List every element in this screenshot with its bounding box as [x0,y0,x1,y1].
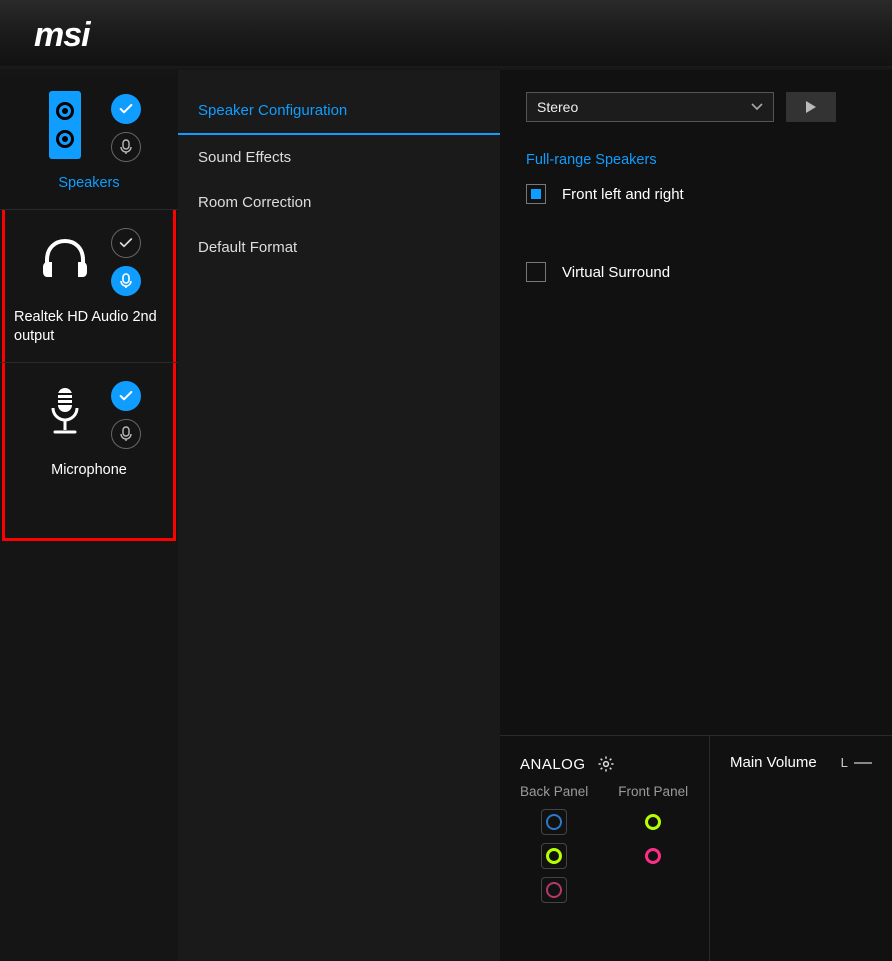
check-icon [118,388,134,404]
app-root: msi [0,0,892,961]
default-check-badge[interactable] [111,94,141,124]
select-value: Stereo [537,99,578,115]
comm-mic-badge[interactable] [111,266,141,296]
device-label: Realtek HD Audio 2nd output [8,308,170,346]
default-check-badge[interactable] [111,228,141,258]
chevron-down-icon [751,103,763,111]
headphones-icon [37,224,93,294]
tab-speaker-configuration[interactable]: Speaker Configuration [178,88,500,135]
brand-logo: msi [34,16,90,55]
mic-icon [120,139,132,155]
back-panel-column: Back Panel [520,784,588,911]
default-check-badge[interactable] [111,381,141,411]
front-lr-checkbox[interactable] [526,184,546,204]
settings-tabs: Speaker Configuration Sound Effects Room… [178,70,500,961]
device-label: Microphone [8,461,170,480]
microphone-icon [37,377,93,447]
tab-sound-effects[interactable]: Sound Effects [178,135,500,180]
analog-panel: ANALOG Back Panel Front Panel [500,736,710,961]
front-jack-2[interactable] [640,843,666,869]
check-icon [118,235,134,251]
channel-indicator: L [841,755,848,770]
gear-icon [597,755,615,773]
header: msi [0,0,892,70]
volume-slider[interactable] [854,762,872,764]
check-icon [118,101,134,117]
test-play-button[interactable] [786,92,836,122]
comm-mic-badge[interactable] [111,419,141,449]
back-jack-3[interactable] [541,877,567,903]
tab-default-format[interactable]: Default Format [178,225,500,270]
mic-icon [120,426,132,442]
back-panel-label: Back Panel [520,784,588,799]
analog-settings-button[interactable] [596,754,616,774]
device-speakers[interactable]: Speakers [0,76,178,210]
front-jack-1[interactable] [640,809,666,835]
device-label: Speakers [8,174,170,193]
analog-title: ANALOG [520,756,586,773]
device-sidebar: Speakers Real [0,70,178,961]
device-microphone[interactable]: Microphone [0,363,178,496]
speaker-mode-select[interactable]: Stereo [526,92,774,122]
front-panel-label: Front Panel [618,784,688,799]
volume-panel: Main Volume L [710,736,892,961]
back-jack-1[interactable] [541,809,567,835]
front-panel-column: Front Panel [618,784,688,911]
lower-panel: ANALOG Back Panel Front Panel [500,735,892,961]
front-lr-label: Front left and right [562,186,684,203]
speaker-icon [37,90,93,160]
virtual-surround-row[interactable]: Virtual Surround [526,262,866,282]
front-lr-row[interactable]: Front left and right [526,184,866,204]
tab-room-correction[interactable]: Room Correction [178,180,500,225]
comm-mic-badge[interactable] [111,132,141,162]
device-realtek-2nd-output[interactable]: Realtek HD Audio 2nd output [0,210,178,363]
virtual-surround-checkbox[interactable] [526,262,546,282]
virtual-surround-label: Virtual Surround [562,264,670,281]
section-full-range: Full-range Speakers [526,152,866,168]
main-volume-title: Main Volume [730,754,817,771]
mic-icon [120,273,132,289]
back-jack-2[interactable] [541,843,567,869]
play-icon [805,100,817,114]
